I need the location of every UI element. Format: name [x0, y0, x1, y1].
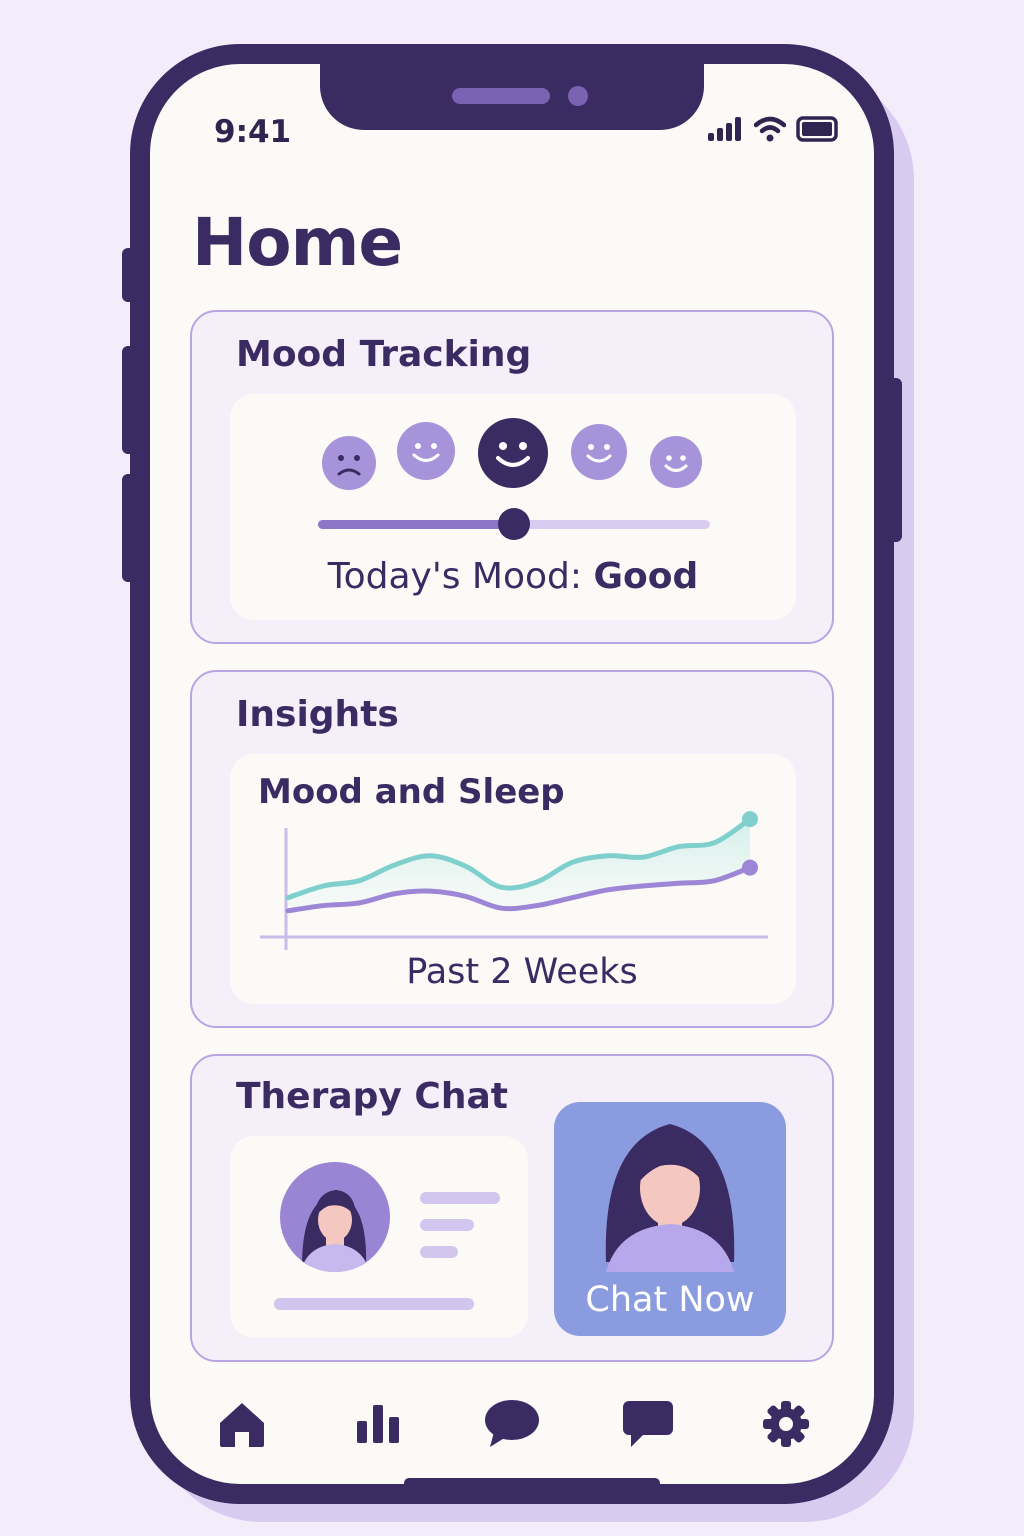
chart-caption: Past 2 Weeks: [406, 952, 638, 992]
todays-mood-value: Good: [593, 556, 699, 597]
tab-stats[interactable]: [348, 1394, 408, 1454]
tab-bar: [150, 1394, 874, 1454]
wifi-icon: [754, 116, 786, 142]
chat-now-button[interactable]: Chat Now: [554, 1102, 786, 1336]
insights-title: Insights: [236, 694, 399, 735]
happy-face-icon[interactable]: [478, 418, 548, 488]
placeholder-text-line: [274, 1298, 474, 1310]
status-time: 9:41: [214, 114, 292, 150]
therapist-avatar: [280, 1162, 390, 1272]
chart-series-end-point-2: [742, 859, 758, 876]
home-icon: [220, 1403, 264, 1447]
mood-slider-fill: [318, 520, 514, 529]
notch: [320, 64, 704, 130]
tab-settings[interactable]: [756, 1394, 816, 1454]
speech-bubble-icon: [485, 1400, 539, 1447]
smiling-face-icon[interactable]: [397, 422, 455, 480]
chart-series-end-point-1: [742, 811, 758, 828]
status-icons: [708, 116, 840, 142]
smiling-face-icon[interactable]: [571, 424, 627, 480]
smiling-face-icon[interactable]: [650, 436, 702, 488]
insights-card: Insights Mood and Sleep Past 2 Weeks: [190, 670, 834, 1028]
signal-icon: [708, 117, 741, 141]
front-camera: [568, 86, 588, 106]
chart-area-fill: [288, 819, 750, 911]
gear-icon: [763, 1401, 809, 1447]
home-indicator[interactable]: [404, 1478, 660, 1484]
bar-chart-icon: [357, 1405, 399, 1443]
mood-selector-panel: Today's Mood: Good: [230, 394, 796, 620]
mood-slider-thumb[interactable]: [498, 508, 530, 540]
speaker-grille: [452, 88, 550, 104]
mood-tracking-title: Mood Tracking: [236, 334, 532, 375]
placeholder-text-line: [420, 1246, 458, 1258]
chat-now-label: Chat Now: [585, 1280, 755, 1320]
tab-home[interactable]: [212, 1394, 272, 1454]
mood-sleep-chart-panel[interactable]: Mood and Sleep Past 2 Weeks: [230, 754, 796, 1004]
therapy-chat-title: Therapy Chat: [236, 1076, 508, 1117]
therapy-chat-card: Therapy Chat Chat Now: [190, 1054, 834, 1362]
placeholder-text-line: [420, 1219, 474, 1231]
phone-screen: 9:41 Home Mood Tracking Today's Mood: Go…: [130, 44, 894, 1504]
todays-mood-prefix: Today's Mood:: [327, 556, 594, 597]
message-icon: [623, 1401, 673, 1447]
page-title: Home: [192, 204, 403, 281]
therapist-preview[interactable]: [230, 1136, 528, 1338]
placeholder-text-line: [420, 1192, 500, 1204]
mood-tracking-card: Mood Tracking Today's Mood: Good: [190, 310, 834, 644]
mood-slider[interactable]: [318, 508, 710, 540]
tab-chat[interactable]: [482, 1394, 542, 1454]
tab-messages[interactable]: [618, 1394, 678, 1454]
battery-icon: [796, 116, 838, 142]
sad-face-icon[interactable]: [322, 436, 376, 490]
todays-mood-label: Today's Mood: Good: [230, 556, 796, 597]
